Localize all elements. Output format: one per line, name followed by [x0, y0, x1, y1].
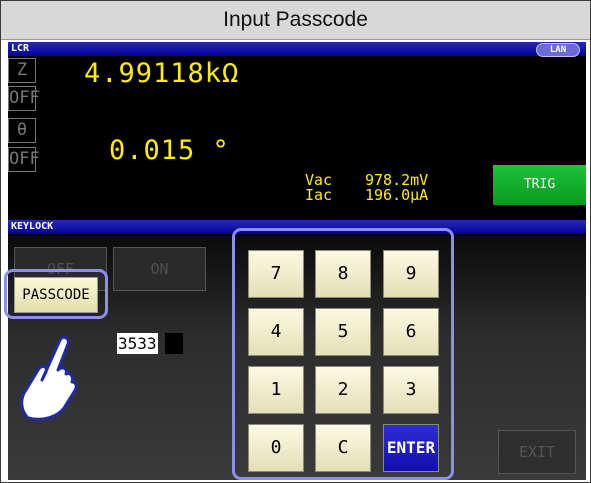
key-0[interactable]: 0 [248, 424, 304, 472]
exit-button[interactable]: EXIT [498, 430, 576, 474]
keylock-on-button[interactable]: ON [113, 247, 206, 291]
keylock-label: KEYLOCK [11, 221, 54, 232]
key-3[interactable]: 3 [383, 366, 439, 414]
key-5[interactable]: 5 [315, 308, 371, 356]
key-enter[interactable]: ENTER [383, 424, 439, 472]
key-7[interactable]: 7 [248, 250, 304, 298]
dialog-title: Input Passcode [1, 1, 590, 40]
key-6[interactable]: 6 [383, 308, 439, 356]
trig-button[interactable]: TRIG [493, 165, 586, 205]
param2-label: θ [8, 118, 36, 143]
mode-label: LCR [11, 43, 30, 54]
key-2[interactable]: 2 [315, 366, 371, 414]
passcode-button[interactable]: PASSCODE [14, 277, 98, 313]
iac-label: Iac [305, 186, 333, 204]
param2-off: OFF [8, 147, 40, 172]
passcode-field[interactable]: 3533 [117, 333, 158, 354]
lan-badge: LAN [536, 43, 580, 57]
key-clear[interactable]: C [315, 424, 371, 472]
mode-bar: LCR LAN [8, 42, 586, 57]
param2-value: 0.015 ° [109, 135, 230, 166]
key-4[interactable]: 4 [248, 308, 304, 356]
pointing-hand-icon [18, 335, 82, 426]
passcode-cursor [165, 333, 183, 354]
iac-value: 196.0μA [365, 186, 429, 204]
key-8[interactable]: 8 [315, 250, 371, 298]
param1-label: Z [8, 58, 36, 83]
key-1[interactable]: 1 [248, 366, 304, 414]
param1-off: OFF [8, 86, 40, 111]
key-9[interactable]: 9 [383, 250, 439, 298]
param1-value: 4.99118kΩ [84, 58, 240, 89]
